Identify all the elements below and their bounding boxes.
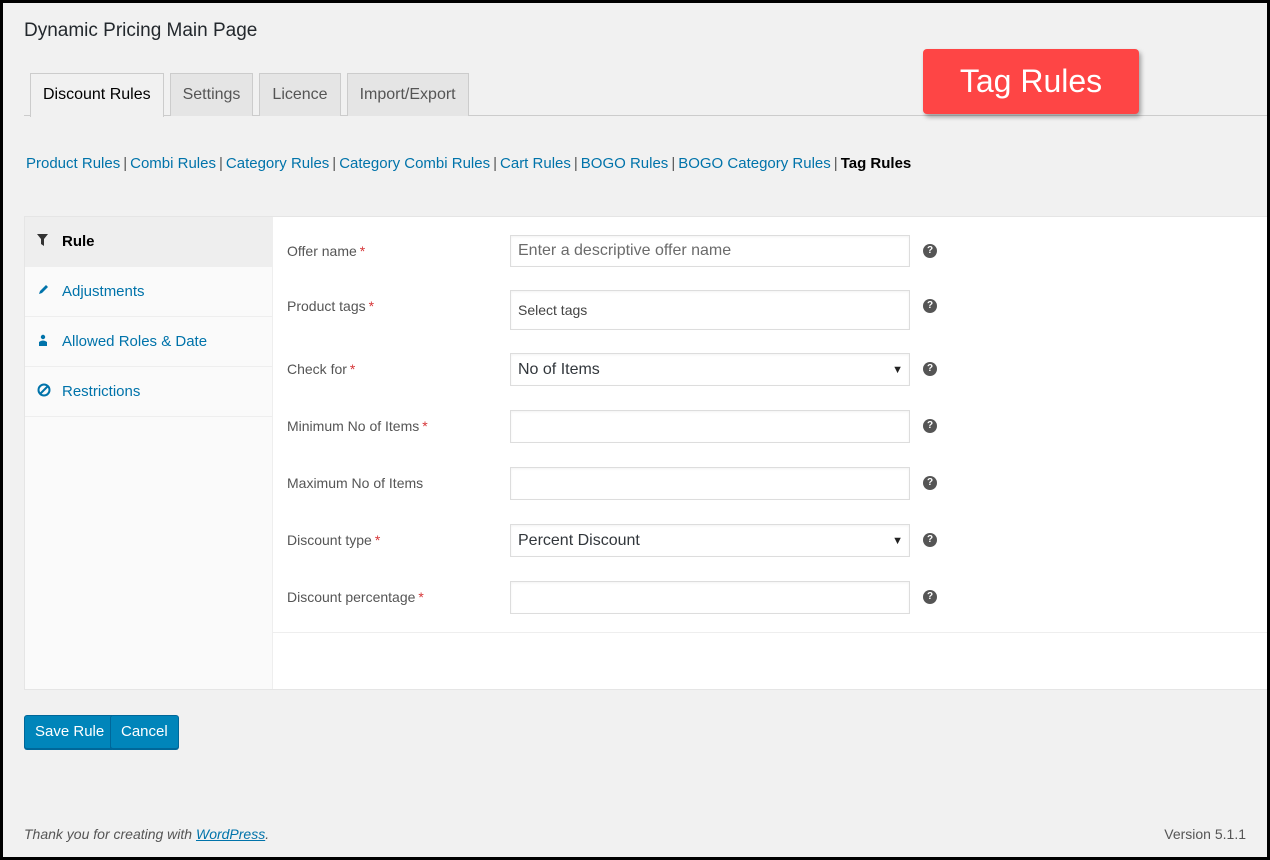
pencil-icon <box>37 284 62 299</box>
help-icon[interactable]: ? <box>923 244 937 258</box>
required-marker: * <box>374 532 381 548</box>
footer-credit: Thank you for creating with WordPress. <box>24 826 269 842</box>
discount-type-label: Discount type * <box>287 532 380 548</box>
product-tags-select[interactable]: Select tags <box>510 290 910 330</box>
sidebar-item-label: Allowed Roles & Date <box>62 333 208 350</box>
subnav-combi-rules[interactable]: Combi Rules <box>130 155 216 172</box>
check-for-label: Check for * <box>287 361 355 377</box>
required-marker: * <box>349 361 356 377</box>
tab-settings[interactable]: Settings <box>169 73 254 116</box>
footer-thanks-suffix: . <box>265 826 270 842</box>
discount-type-value: Percent Discount <box>518 531 640 549</box>
help-icon[interactable]: ? <box>923 419 937 433</box>
subnav-category-combi-rules[interactable]: Category Combi Rules <box>339 155 490 172</box>
field-label-text: Maximum No of Items <box>287 475 424 491</box>
help-icon[interactable]: ? <box>923 533 937 547</box>
sidebar-item-label: Rule <box>62 233 95 250</box>
subnav-separator: | <box>671 155 676 172</box>
subnav-separator: | <box>833 155 838 172</box>
footer-version: Version 5.1.1 <box>1164 826 1246 842</box>
chevron-down-icon: ▼ <box>892 363 903 376</box>
product-tags-label: Product tags * <box>287 298 374 314</box>
required-marker: * <box>422 418 428 434</box>
field-label-text: Minimum No of Items <box>287 418 420 434</box>
minimum-items-label: Minimum No of Items * <box>287 418 428 434</box>
required-marker: * <box>368 298 375 314</box>
subnav-category-rules[interactable]: Category Rules <box>226 155 329 172</box>
sidebar-item-restrictions[interactable]: Restrictions <box>25 367 272 417</box>
discount-percentage-input[interactable] <box>510 581 910 614</box>
rule-sidebar: Rule Adjustments Allowed Roles & Date Re… <box>25 217 273 689</box>
tab-bar: Discount Rules Settings Licence Import/E… <box>30 73 469 117</box>
sidebar-item-adjustments[interactable]: Adjustments <box>25 267 272 317</box>
field-label-text: Discount type <box>287 532 372 548</box>
maximum-items-label: Maximum No of Items <box>287 475 423 491</box>
minimum-items-input[interactable] <box>510 410 910 443</box>
discount-type-select[interactable]: Percent Discount ▼ <box>510 524 910 557</box>
sidebar-item-rule[interactable]: Rule <box>25 217 272 267</box>
field-label-text: Check for <box>287 361 347 377</box>
sidebar-item-label: Restrictions <box>62 383 141 400</box>
subnav-separator: | <box>493 155 498 172</box>
subnav-bogo-rules[interactable]: BOGO Rules <box>581 155 669 172</box>
tab-licence[interactable]: Licence <box>259 73 341 116</box>
check-for-value: No of Items <box>518 360 600 378</box>
save-rule-button[interactable]: Save Rule <box>24 715 116 749</box>
subnav-separator: | <box>123 155 128 172</box>
help-icon[interactable]: ? <box>923 362 937 376</box>
subnav-product-rules[interactable]: Product Rules <box>26 155 120 172</box>
help-icon[interactable]: ? <box>923 299 937 313</box>
field-label-text: Offer name <box>287 243 357 259</box>
chevron-down-icon: ▼ <box>892 534 903 547</box>
subnav-separator: | <box>219 155 223 172</box>
form-divider <box>273 632 1270 633</box>
check-for-select[interactable]: No of Items ▼ <box>510 353 910 386</box>
field-label-text: Discount percentage <box>287 589 416 605</box>
sidebar-item-allowed-roles-date[interactable]: Allowed Roles & Date <box>25 317 272 367</box>
field-label-text: Product tags <box>287 298 366 314</box>
help-icon[interactable]: ? <box>923 590 937 604</box>
filter-icon <box>37 234 62 249</box>
offer-name-input[interactable]: Enter a descriptive offer name <box>510 235 910 267</box>
subnav-separator: | <box>573 155 578 172</box>
tab-import-export[interactable]: Import/Export <box>346 73 469 116</box>
tab-discount-rules[interactable]: Discount Rules <box>30 73 164 117</box>
required-marker: * <box>359 243 366 259</box>
sidebar-item-label: Adjustments <box>62 283 145 300</box>
help-icon[interactable]: ? <box>923 476 937 490</box>
required-marker: * <box>418 589 424 605</box>
cancel-button[interactable]: Cancel <box>110 715 179 749</box>
maximum-items-input[interactable] <box>510 467 910 500</box>
rule-editor-panel: Rule Adjustments Allowed Roles & Date Re… <box>24 216 1270 690</box>
subnav-cart-rules[interactable]: Cart Rules <box>500 155 571 172</box>
ban-icon <box>37 383 62 400</box>
offer-name-label: Offer name * <box>287 243 365 259</box>
rule-type-nav: Product Rules | Combi Rules | Category Rules… <box>26 155 911 172</box>
subnav-bogo-category-rules[interactable]: BOGO Category Rules <box>678 155 831 172</box>
subnav-tag-rules-current: Tag Rules <box>840 155 912 172</box>
users-icon <box>37 334 62 349</box>
page-title: Dynamic Pricing Main Page <box>24 20 258 41</box>
wordpress-link[interactable]: WordPress <box>196 826 265 842</box>
discount-percentage-label: Discount percentage * <box>287 589 424 605</box>
footer-thanks-text: Thank you for creating with <box>24 826 196 842</box>
tag-rules-callout: Tag Rules <box>923 49 1139 114</box>
subnav-separator: | <box>332 155 337 172</box>
